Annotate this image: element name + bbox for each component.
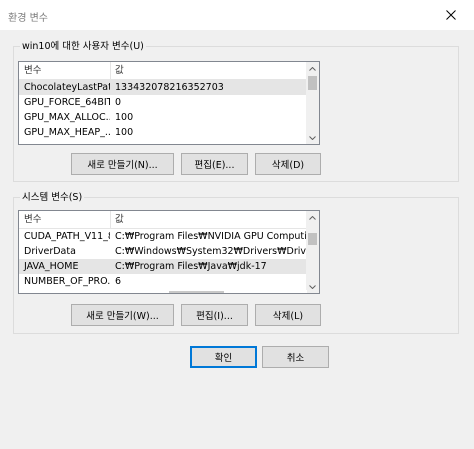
- column-header-value[interactable]: 값: [110, 62, 307, 79]
- column-header-variable[interactable]: 변수: [19, 211, 110, 228]
- variable-name: GPU_MAX_HEAP_...: [24, 127, 110, 138]
- user-variables-scrollbar[interactable]: [306, 62, 319, 144]
- variable-name: CUDA_PATH_V11_8: [24, 231, 110, 242]
- variable-value: 100: [115, 112, 134, 123]
- window-title: 환경 변수: [8, 13, 48, 24]
- scroll-up-button[interactable]: [306, 211, 319, 224]
- user-new-button[interactable]: 새로 만들기(N)...: [71, 153, 174, 175]
- environment-variables-dialog: 환경 변수 win10에 대한 사용자 변수(U) 변수 값 Chocolate…: [0, 0, 474, 449]
- variable-name: JAVA_HOME: [24, 261, 79, 272]
- variable-name: GPU_FORCE_64BIT...: [24, 97, 110, 108]
- system-delete-button[interactable]: 삭제(L): [255, 304, 321, 326]
- system-edit-button[interactable]: 편집(I)...: [181, 304, 248, 326]
- variable-value: 100: [115, 127, 134, 138]
- variable-value: C:₩Program Files₩NVIDIA GPU Computing...: [115, 231, 307, 242]
- table-row[interactable]: GPU_MAX_ALLOC... 100: [19, 110, 307, 125]
- variable-name: DriverData: [24, 246, 76, 257]
- variable-name: NUMBER_OF_PRO...: [24, 276, 110, 287]
- ok-button[interactable]: 확인: [190, 346, 257, 368]
- chevron-up-icon: [309, 215, 316, 220]
- variable-value: 0: [115, 97, 122, 108]
- chevron-up-icon: [309, 66, 316, 71]
- variable-name: ChocolateyLastPat...: [24, 82, 110, 93]
- system-variables-list[interactable]: 변수 값 CUDA_PATH_V11_8 C:₩Program Files₩NV…: [18, 210, 320, 294]
- system-variables-scrollbar[interactable]: [306, 211, 319, 293]
- user-variables-rows: ChocolateyLastPat... 133432078216352703 …: [19, 80, 307, 140]
- user-variables-header: 변수 값: [19, 62, 307, 80]
- system-variables-legend: 시스템 변수(S): [20, 191, 85, 204]
- table-row[interactable]: NUMBER_OF_PRO... 6: [19, 274, 307, 289]
- system-variables-rows: CUDA_PATH_V11_8 C:₩Program Files₩NVIDIA …: [19, 229, 307, 289]
- variable-value: 133432078216352703: [115, 82, 224, 93]
- column-header-variable[interactable]: 변수: [19, 62, 110, 79]
- variable-value: C:₩Windows₩System32₩Drivers₩DriverData: [115, 246, 307, 257]
- horizontal-scroll-thumb[interactable]: [169, 291, 224, 293]
- scroll-down-button[interactable]: [306, 280, 319, 293]
- user-edit-button[interactable]: 편집(E)...: [181, 153, 248, 175]
- scroll-down-button[interactable]: [306, 131, 319, 144]
- user-variables-legend: win10에 대한 사용자 변수(U): [20, 40, 146, 53]
- table-row[interactable]: CUDA_PATH_V11_8 C:₩Program Files₩NVIDIA …: [19, 229, 307, 244]
- table-row[interactable]: DriverData C:₩Windows₩System32₩Drivers₩D…: [19, 244, 307, 259]
- table-row[interactable]: GPU_MAX_HEAP_... 100: [19, 125, 307, 140]
- close-icon: [446, 10, 456, 20]
- user-delete-button[interactable]: 삭제(D): [255, 153, 321, 175]
- scroll-up-button[interactable]: [306, 62, 319, 75]
- table-row[interactable]: GPU_FORCE_64BIT... 0: [19, 95, 307, 110]
- horizontal-scrollbar[interactable]: [19, 290, 307, 293]
- chevron-down-icon: [309, 284, 316, 289]
- variable-name: GPU_MAX_ALLOC...: [24, 112, 110, 123]
- system-new-button[interactable]: 새로 만들기(W)...: [71, 304, 174, 326]
- table-row[interactable]: ChocolateyLastPat... 133432078216352703: [19, 80, 307, 95]
- chevron-down-icon: [309, 135, 316, 140]
- close-button[interactable]: [428, 0, 474, 30]
- system-variables-header: 변수 값: [19, 211, 307, 229]
- scroll-thumb[interactable]: [308, 233, 317, 245]
- variable-value: 6: [115, 276, 122, 287]
- title-bar[interactable]: 환경 변수: [0, 0, 474, 30]
- cancel-button[interactable]: 취소: [262, 346, 329, 368]
- table-row[interactable]: JAVA_HOME C:₩Program Files₩Java₩jdk-17: [19, 259, 307, 274]
- variable-value: C:₩Program Files₩Java₩jdk-17: [115, 261, 267, 272]
- column-header-value[interactable]: 값: [110, 211, 307, 228]
- user-variables-list[interactable]: 변수 값 ChocolateyLastPat... 13343207821635…: [18, 61, 320, 145]
- scroll-thumb[interactable]: [308, 76, 317, 90]
